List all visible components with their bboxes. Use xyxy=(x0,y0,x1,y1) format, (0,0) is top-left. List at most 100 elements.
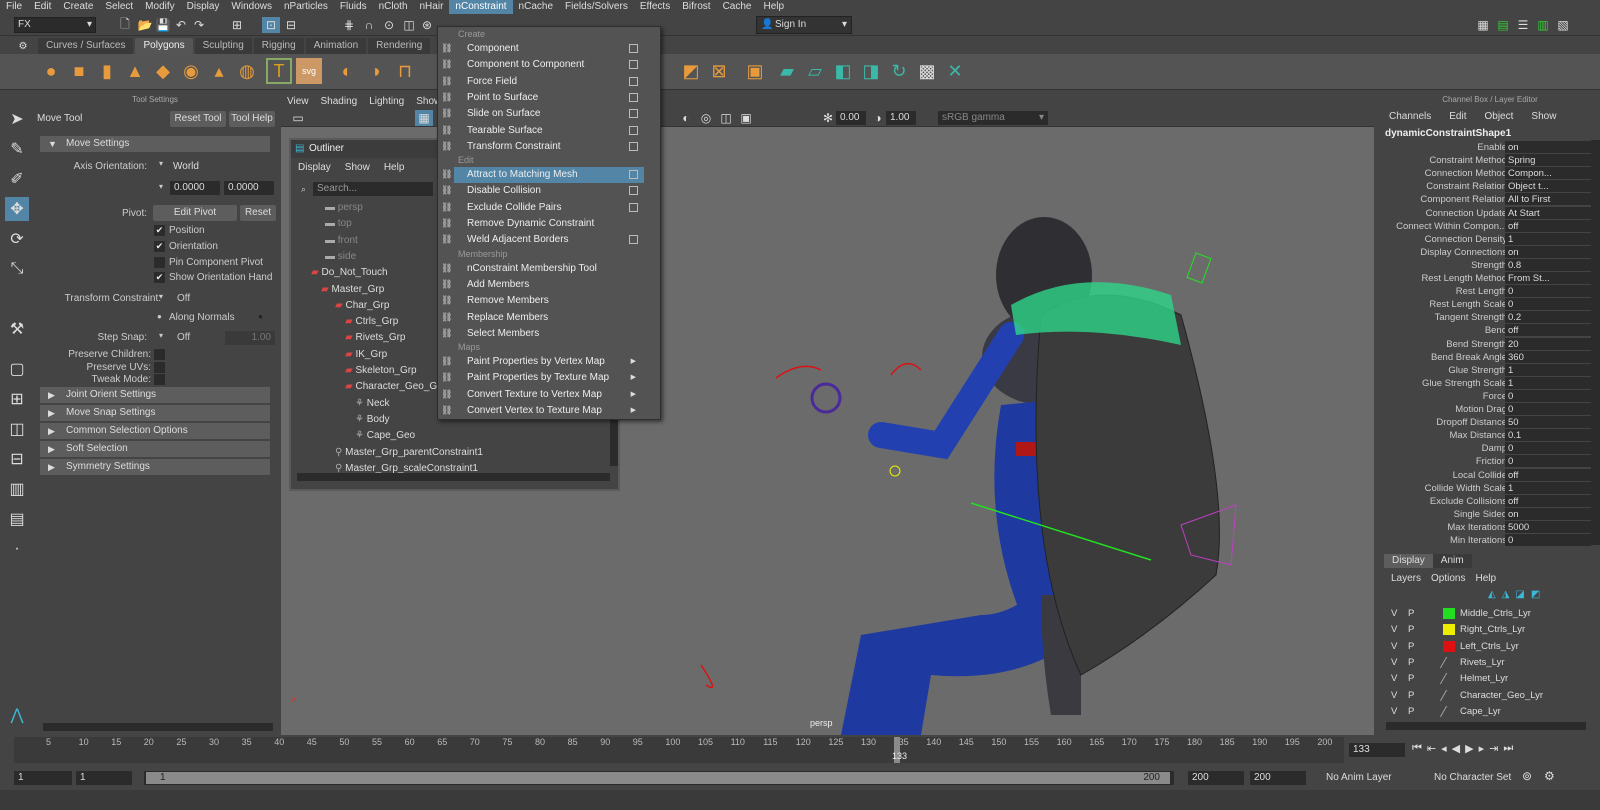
layer-visibility-toggle[interactable]: V xyxy=(1391,671,1397,686)
layer-visibility-toggle[interactable]: V xyxy=(1391,704,1397,719)
outliner-item[interactable]: ⚘ Body xyxy=(355,412,390,428)
channel-attr-value[interactable]: on xyxy=(1505,507,1591,520)
channel-row[interactable]: Constraint Relation Object t... xyxy=(1380,180,1600,193)
option-box-icon[interactable] xyxy=(629,186,638,196)
outliner-toggle-icon[interactable]: ▧ xyxy=(1554,17,1572,33)
layer-tab-anim[interactable]: Anim xyxy=(1432,554,1472,568)
persp-outliner-layout-icon[interactable]: ▥ xyxy=(5,477,29,501)
tweak-mode-checkbox[interactable] xyxy=(154,374,165,385)
nconstraint-item-convert-texture-to-vertex-map[interactable]: Convert Texture to Vertex Map ▶ xyxy=(454,387,644,403)
poly-plane-icon[interactable]: ◆ xyxy=(150,58,176,84)
menu-help[interactable]: Help xyxy=(757,0,790,14)
channel-row[interactable]: Display Connections on xyxy=(1380,245,1600,259)
channel-attr-value[interactable]: Object t... xyxy=(1505,180,1591,193)
poly-torus-icon[interactable]: ◉ xyxy=(178,58,204,84)
nconstraint-item-component[interactable]: Component xyxy=(454,41,644,57)
layer-color-swatch[interactable] xyxy=(1439,705,1459,717)
channel-row[interactable]: Collide Width Scale 1 xyxy=(1380,481,1600,495)
layer-playback-toggle[interactable]: P xyxy=(1408,671,1414,686)
channel-row[interactable]: Motion Drag 0 xyxy=(1380,403,1600,416)
layer-row[interactable]: V P Left_Ctrls_Lyr xyxy=(1385,639,1590,654)
play-backward-icon[interactable]: ◀ xyxy=(1452,742,1460,755)
channel-row[interactable]: Connection Method Compon... xyxy=(1380,167,1600,180)
layer-row[interactable]: V P Right_Ctrls_Lyr xyxy=(1385,622,1590,637)
channel-row[interactable]: Max Distance 0.1 xyxy=(1380,429,1600,442)
layer-visibility-toggle[interactable]: V xyxy=(1391,639,1397,654)
gamma-icon[interactable]: ◑ xyxy=(869,110,887,126)
viewport-menu-view[interactable]: View xyxy=(281,95,315,109)
option-box-icon[interactable] xyxy=(629,125,638,135)
channel-row[interactable]: Rest Length Method From St... xyxy=(1380,272,1600,285)
channel-row[interactable]: Local Collide off xyxy=(1380,468,1600,482)
outliner-item[interactable]: ▰ Master_Grp xyxy=(321,282,384,298)
channel-row[interactable]: Single Sided on xyxy=(1380,507,1600,521)
go-to-end-icon[interactable]: ⏭ xyxy=(1503,742,1513,755)
current-frame-field[interactable]: 133 xyxy=(1349,743,1405,757)
playback-start-field[interactable]: 1 xyxy=(76,771,132,785)
uv-spherical-icon[interactable]: ◧ xyxy=(830,58,856,84)
soft-selection-section[interactable]: ▶ Soft Selection xyxy=(40,441,270,457)
uv-checker-icon[interactable]: ▩ xyxy=(914,58,940,84)
layer-color-swatch[interactable] xyxy=(1439,673,1459,685)
menu-edit[interactable]: Edit xyxy=(28,0,57,14)
poly-prism-icon[interactable]: ▴ xyxy=(206,58,232,84)
channel-row[interactable]: Rest Length 0 xyxy=(1380,285,1600,298)
viewport-menu-shading[interactable]: Shading xyxy=(315,95,364,109)
channel-attr-value[interactable]: 0 xyxy=(1505,534,1591,546)
layer-playback-toggle[interactable]: P xyxy=(1408,622,1414,637)
shelf-tab-sculpting[interactable]: Sculpting xyxy=(194,38,252,54)
option-box-icon[interactable] xyxy=(629,44,638,53)
move-layer-up-icon[interactable]: ◭ xyxy=(1488,589,1496,600)
menu-display[interactable]: Display xyxy=(181,0,226,14)
uv-planar-icon[interactable]: ▰ xyxy=(774,58,800,84)
step-forward-frame-icon[interactable]: ▸ xyxy=(1479,742,1485,755)
channel-attr-value[interactable]: 0 xyxy=(1505,389,1591,402)
step-snap-dropdown[interactable]: Off xyxy=(177,332,190,343)
channel-row[interactable]: Constraint Method Spring xyxy=(1380,154,1600,167)
channel-attr-value[interactable]: off xyxy=(1505,324,1591,337)
layer-menu-layers[interactable]: Layers xyxy=(1386,572,1426,586)
open-scene-icon[interactable]: 📂 xyxy=(136,17,154,33)
channel-attr-value[interactable]: 1 xyxy=(1505,363,1591,376)
nconstraint-item-component-to-component[interactable]: Component to Component xyxy=(454,57,644,73)
nconstraint-item-paint-properties-by-vertex-map[interactable]: Paint Properties by Vertex Map ▶ xyxy=(454,354,644,370)
shelf-settings-icon[interactable]: ⚙ xyxy=(14,38,32,54)
layer-menu-options[interactable]: Options xyxy=(1426,572,1470,586)
menu-cache[interactable]: Cache xyxy=(717,0,758,14)
outliner-item[interactable]: ▰ IK_Grp xyxy=(345,347,387,363)
channel-row[interactable]: Min Iterations 0 xyxy=(1380,534,1600,547)
edit-pivot-button[interactable]: Edit Pivot xyxy=(153,205,237,221)
channel-row[interactable]: Exclude Collisions off xyxy=(1380,494,1600,508)
move-snap-section[interactable]: ▶ Move Snap Settings xyxy=(40,405,270,421)
menu-set-selector[interactable]: FX ▾ xyxy=(14,17,96,33)
channel-attr-value[interactable]: 50 xyxy=(1505,416,1591,429)
channel-attr-value[interactable]: 1 xyxy=(1505,376,1591,389)
menu-nconstraint[interactable]: nConstraint xyxy=(449,0,513,14)
poly-cube-icon[interactable]: ■ xyxy=(66,58,92,84)
orientation-checkbox[interactable]: ✔ xyxy=(154,241,165,252)
channel-row[interactable]: Damp 0 xyxy=(1380,442,1600,455)
show-orientation-checkbox[interactable]: ✔ xyxy=(154,272,165,283)
nconstraint-item-slide-on-surface[interactable]: Slide on Surface xyxy=(454,106,644,122)
move-tool-icon[interactable]: ✥ xyxy=(5,197,29,221)
nconstraint-item-paint-properties-by-texture-map[interactable]: Paint Properties by Texture Map ▶ xyxy=(454,370,644,386)
channel-row[interactable]: Friction 0 xyxy=(1380,455,1600,468)
layer-row[interactable]: V P Helmet_Lyr xyxy=(1385,671,1590,686)
outliner-item[interactable]: ▬ persp xyxy=(325,200,363,216)
modeling-toolkit-icon[interactable]: ▦ xyxy=(1474,17,1492,33)
combine-icon[interactable]: ◐ xyxy=(334,58,360,84)
channel-attr-value[interactable]: on xyxy=(1505,245,1591,258)
uv-layout-icon[interactable]: ✕ xyxy=(942,58,968,84)
tool-settings-icon[interactable]: ☰ xyxy=(1514,17,1532,33)
option-box-icon[interactable] xyxy=(629,109,638,119)
nconstraint-item-weld-adjacent-borders[interactable]: Weld Adjacent Borders xyxy=(454,232,644,248)
layer-row[interactable]: V P Character_Geo_Lyr xyxy=(1385,688,1590,703)
shelf-tab-rendering[interactable]: Rendering xyxy=(368,38,431,54)
outliner-menu-display[interactable]: Display xyxy=(291,160,338,176)
separate-icon[interactable]: ◑ xyxy=(362,58,388,84)
layer-visibility-toggle[interactable]: V xyxy=(1391,655,1397,670)
isolate-icon[interactable]: ◎ xyxy=(697,110,715,126)
menu-fieldssolvers[interactable]: Fields/Solvers xyxy=(559,0,634,14)
step-forward-key-icon[interactable]: ⇥ xyxy=(1489,742,1498,755)
new-layer-icon[interactable]: ◪ xyxy=(1515,589,1524,600)
